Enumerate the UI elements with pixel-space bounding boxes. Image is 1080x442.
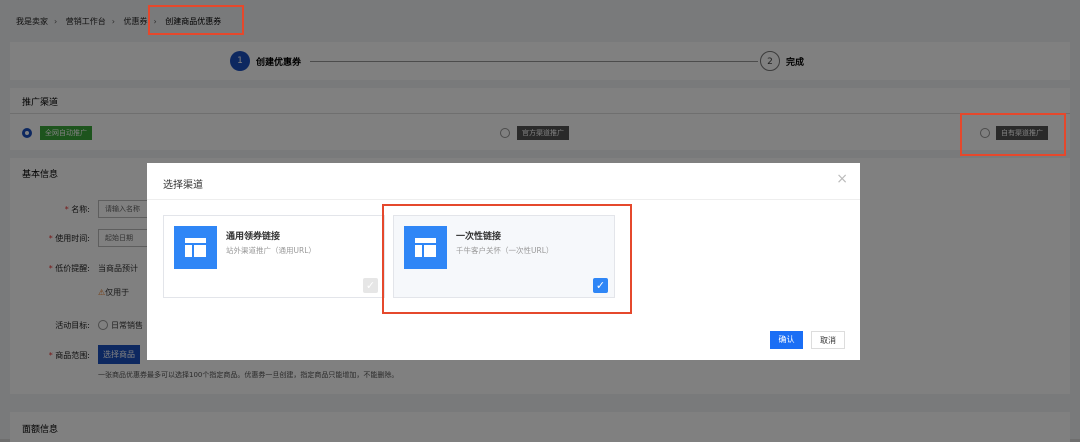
scope-note: 一张商品优惠券最多可以选择100个指定商品。优惠券一旦创建，指定商品只能增加，不…	[98, 371, 399, 379]
denom-section: 面额信息	[10, 412, 1070, 442]
steps-bar: 1 创建优惠券 2 完成	[10, 42, 1070, 80]
card-desc: 站外渠道推广（通用URL）	[226, 246, 316, 255]
promo-radio-auto[interactable]	[22, 128, 32, 138]
select-goods-button[interactable]: 选择商品	[98, 345, 140, 364]
step-2-circle: 2	[760, 51, 780, 71]
warning: ⚠仅用于	[98, 288, 130, 297]
step-1-label: 创建优惠券	[256, 58, 302, 68]
breadcrumb-item[interactable]: 优惠券	[124, 17, 148, 26]
breadcrumb-item[interactable]: 营销工作台	[66, 17, 106, 26]
breadcrumb-item[interactable]: 我是卖家	[16, 17, 48, 26]
scope-label: * 商品范围:	[48, 351, 90, 360]
step-1-circle: 1	[230, 51, 250, 71]
dialog-title: 选择渠道	[163, 180, 203, 191]
highlight-own-channel	[960, 113, 1066, 156]
low-price-label: * 低价提醒:	[48, 264, 90, 273]
section-title: 基本信息	[22, 170, 59, 180]
goal-option: 日常销售	[111, 321, 143, 330]
low-price-text: 当商品预计	[98, 264, 138, 273]
close-icon[interactable]: ×	[836, 171, 848, 187]
highlight-breadcrumb	[148, 5, 244, 35]
cancel-button[interactable]: 取消	[811, 331, 845, 349]
highlight-onetime-card	[382, 204, 632, 314]
section-title: 面额信息	[22, 425, 59, 435]
goal-radio[interactable]	[98, 320, 108, 330]
promo-radio-official[interactable]	[500, 128, 510, 138]
promo-tag-official: 官方渠道推广	[517, 126, 569, 140]
layout-icon	[174, 226, 217, 269]
step-line	[310, 61, 758, 62]
step-2-label: 完成	[786, 58, 805, 68]
name-label: * 名称:	[64, 205, 90, 214]
time-label: * 使用时间:	[48, 234, 90, 243]
promo-section: 推广渠道 全网自动推广 官方渠道推广 自有渠道推广	[10, 88, 1070, 150]
checkbox-unchecked-icon[interactable]: ✓	[363, 278, 378, 293]
section-title: 推广渠道	[22, 98, 59, 108]
promo-tag-auto: 全网自动推广	[40, 126, 92, 140]
goal-label: 活动目标:	[55, 321, 90, 330]
channel-card-general[interactable]: 通用领券链接 站外渠道推广（通用URL） ✓	[163, 215, 385, 298]
confirm-button[interactable]: 确认	[770, 331, 803, 349]
card-title: 通用领券链接	[226, 232, 281, 242]
